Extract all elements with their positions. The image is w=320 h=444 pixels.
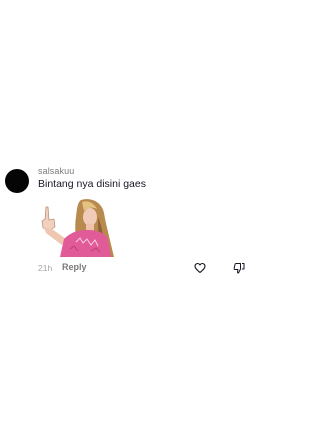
sticker-image <box>41 199 114 257</box>
comment-item: salsakuu Bintang nya disini gaes 21h Rep… <box>0 0 250 444</box>
dislike-button[interactable] <box>233 262 245 274</box>
reply-button[interactable]: Reply <box>62 262 87 272</box>
comment-username[interactable]: salsakuu <box>38 166 74 176</box>
comment-timestamp: 21h <box>38 263 53 273</box>
heart-outline-icon <box>194 262 206 274</box>
thumbs-down-icon <box>233 263 245 274</box>
comment-text: Bintang nya disini gaes <box>38 178 146 190</box>
like-button[interactable] <box>194 262 206 274</box>
comment-sticker[interactable] <box>36 197 118 257</box>
avatar[interactable] <box>5 169 29 193</box>
